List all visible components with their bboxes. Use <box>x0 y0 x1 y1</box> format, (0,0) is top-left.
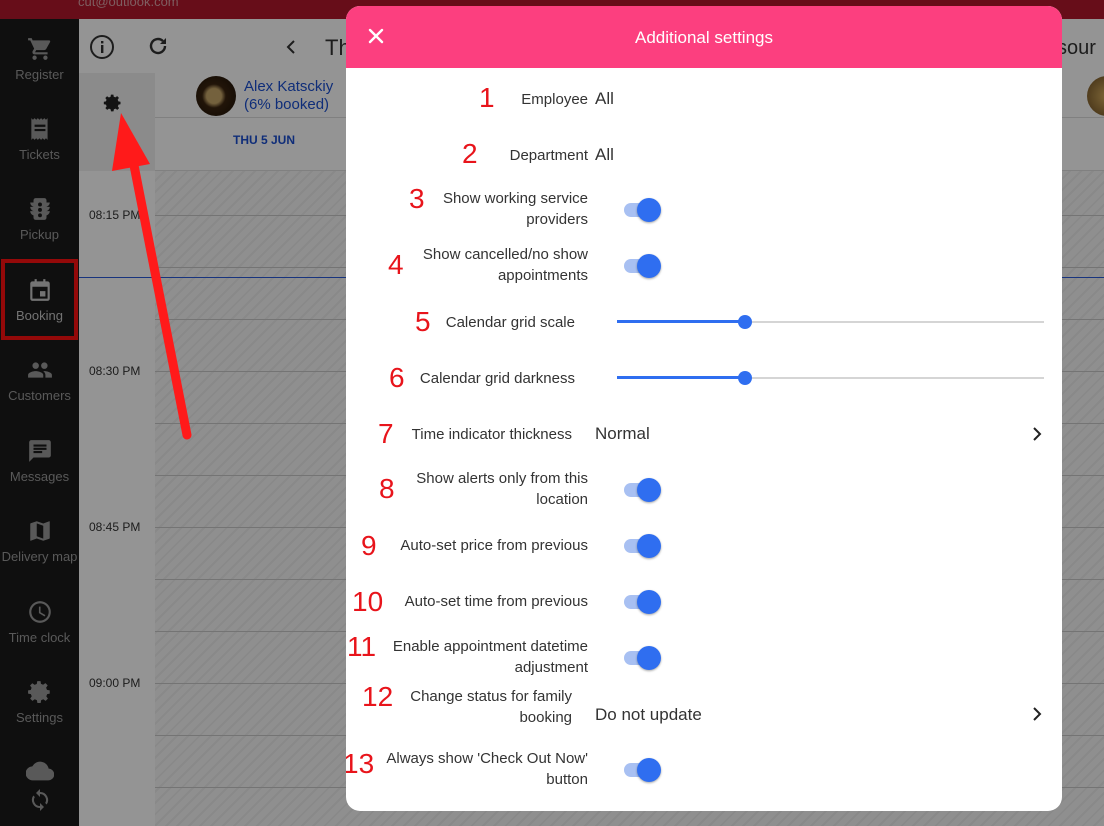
setting-label: Auto-set time from previous <box>404 593 588 610</box>
dialog-header: Additional settings <box>346 6 1062 68</box>
grid-scale-slider[interactable] <box>617 315 1044 329</box>
grid-darkness-slider[interactable] <box>617 371 1044 385</box>
setting-label: Department <box>509 147 588 164</box>
annotation-number: 12 <box>362 681 394 712</box>
additional-settings-dialog: Additional settings 1 Employee All 2 Dep… <box>346 6 1062 811</box>
setting-label: Calendar grid darkness <box>419 370 575 387</box>
app-frame: cut@outlook.com Th sour Alex Katsckiy (6… <box>0 0 1104 826</box>
setting-label: Show alerts only from this location <box>416 470 588 508</box>
setting-value: All <box>595 145 614 164</box>
setting-label: Time indicator thickness <box>411 426 572 443</box>
setting-label: Show cancelled/no show appointments <box>422 246 588 284</box>
annotation-number: 3 <box>409 183 425 214</box>
toggle-switch[interactable] <box>624 757 661 783</box>
toggle-switch[interactable] <box>624 253 661 279</box>
setting-label: Show working service providers <box>442 190 588 228</box>
setting-label: Enable appointment datetime adjustment <box>392 638 588 676</box>
setting-value: Normal <box>595 424 650 443</box>
setting-value: All <box>595 89 614 108</box>
chevron-right-icon <box>1033 707 1042 721</box>
setting-label: Always show 'Check Out Now' button <box>386 750 588 788</box>
annotation-number: 8 <box>379 473 395 504</box>
annotation-number: 11 <box>347 631 377 662</box>
setting-value: Do not update <box>595 705 702 724</box>
setting-label: Auto-set price from previous <box>400 537 588 554</box>
setting-label: Change status for family booking <box>410 688 572 726</box>
setting-label: Calendar grid scale <box>445 314 575 331</box>
chevron-right-icon <box>1033 427 1042 441</box>
toggle-switch[interactable] <box>624 197 661 223</box>
annotation-number: 4 <box>388 249 404 280</box>
toggle-switch[interactable] <box>624 645 661 671</box>
toggle-switch[interactable] <box>624 589 661 615</box>
toggle-switch[interactable] <box>624 533 661 559</box>
setting-label: Employee <box>521 91 588 108</box>
toggle-switch[interactable] <box>624 477 661 503</box>
dialog-title: Additional settings <box>635 28 773 47</box>
